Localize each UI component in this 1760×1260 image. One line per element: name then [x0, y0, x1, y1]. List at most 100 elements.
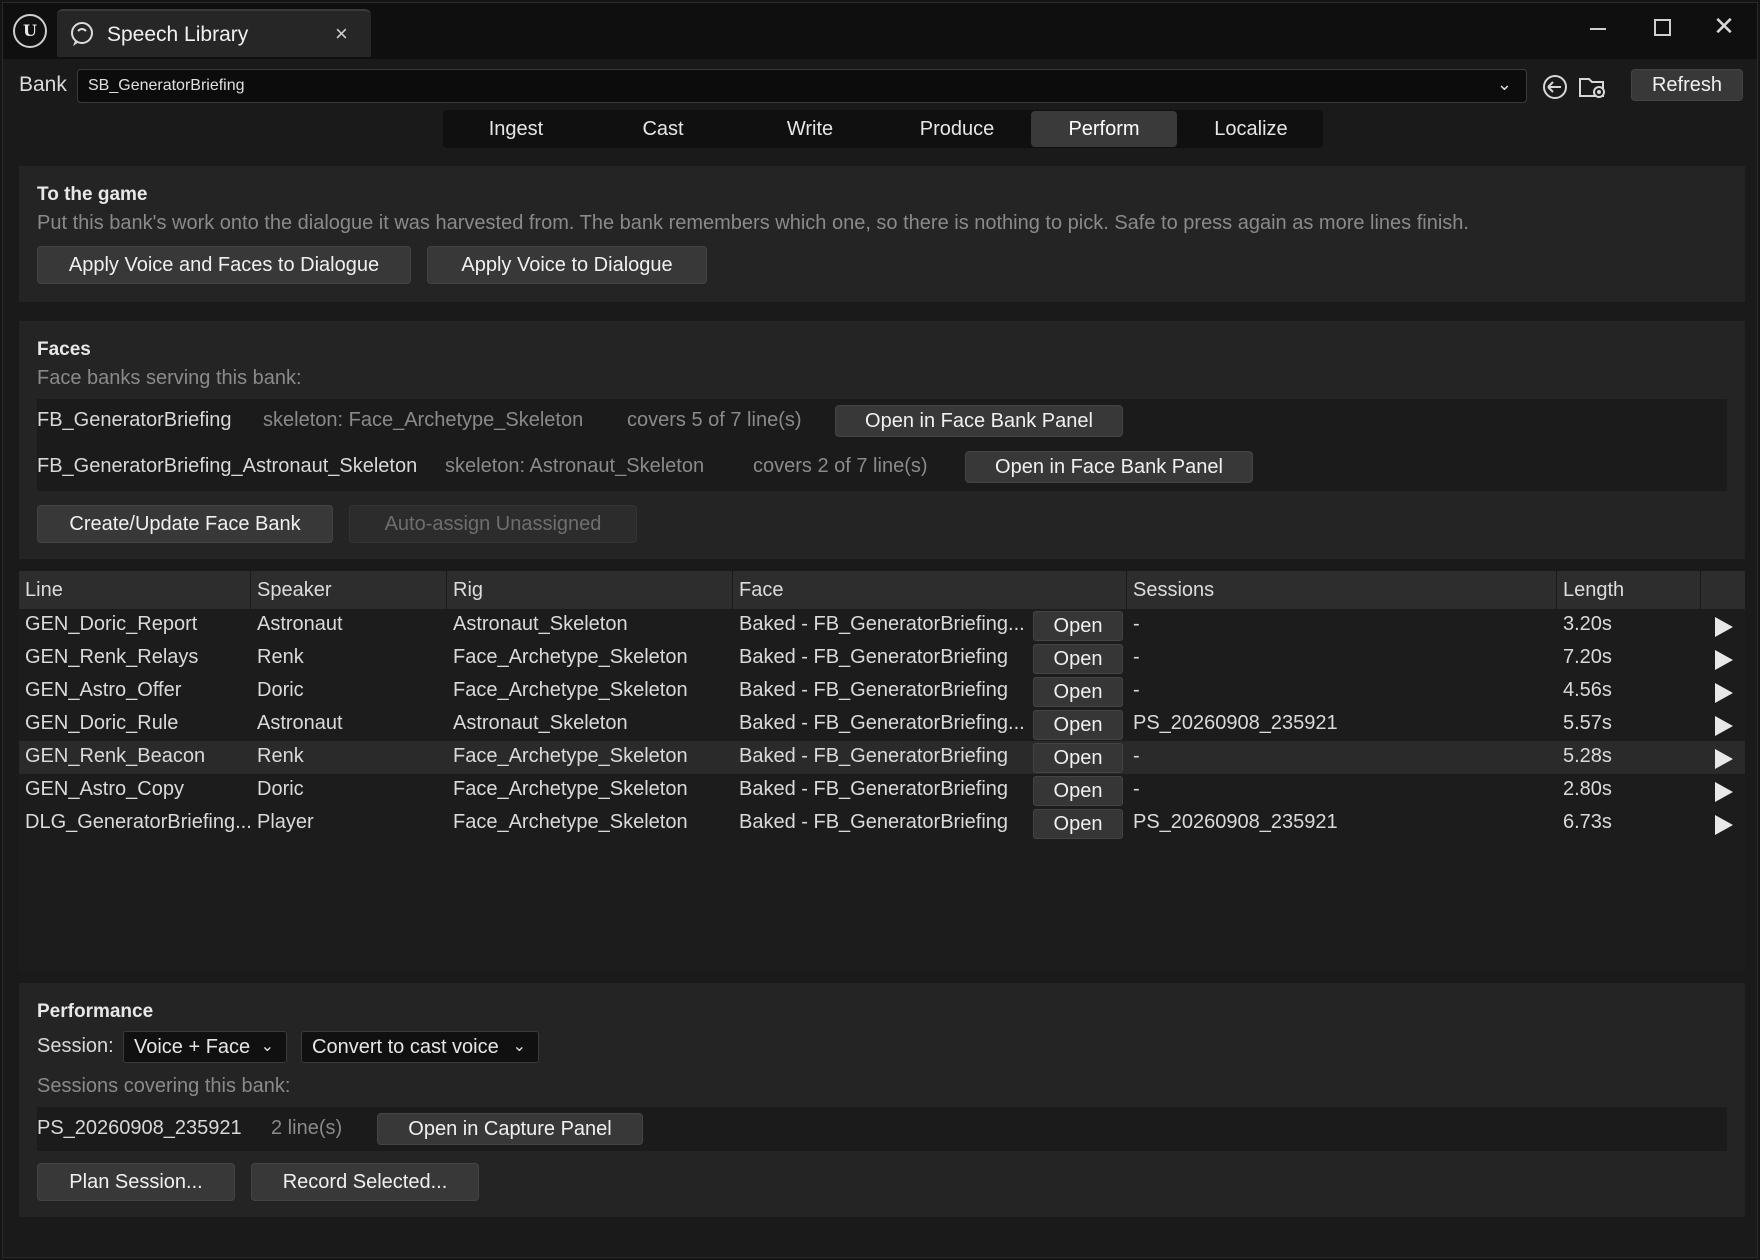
cell-rig: Face_Archetype_Skeleton: [453, 745, 688, 767]
cell-sessions: PS_20260908_235921: [1133, 811, 1338, 833]
cell-rig: Astronaut_Skeleton: [453, 712, 628, 734]
cell-line: GEN_Renk_Relays: [25, 646, 199, 668]
cell-length: 2.80s: [1563, 778, 1612, 800]
column-header-face[interactable]: Face: [733, 571, 1127, 609]
maximize-icon[interactable]: [1640, 11, 1682, 45]
open-in-capture-panel-button[interactable]: Open in Capture Panel: [377, 1113, 643, 1145]
cell-speaker: Doric: [257, 778, 304, 800]
cell-line: DLG_GeneratorBriefing...: [25, 811, 252, 833]
face-bank-name: FB_GeneratorBriefing: [37, 409, 232, 431]
table-header: Line Speaker Rig Face Sessions Length: [19, 571, 1745, 609]
column-header-sessions[interactable]: Sessions: [1127, 571, 1557, 609]
title-bar: U Speech Library × ✕: [3, 3, 1757, 59]
cell-face: Baked - FB_GeneratorBriefing: [739, 778, 1009, 800]
apply-voice-button[interactable]: Apply Voice to Dialogue: [427, 246, 707, 284]
tab-ingest[interactable]: Ingest: [443, 111, 589, 147]
create-update-face-bank-button[interactable]: Create/Update Face Bank: [37, 505, 333, 543]
open-face-button[interactable]: Open: [1033, 644, 1123, 674]
cell-line: GEN_Doric_Report: [25, 613, 198, 635]
open-face-button[interactable]: Open: [1033, 710, 1123, 740]
convert-mode-dropdown[interactable]: Convert to cast voice ⌄: [301, 1031, 539, 1063]
tab-localize[interactable]: Localize: [1178, 111, 1324, 147]
unreal-logo-icon: U: [13, 14, 47, 48]
open-face-button[interactable]: Open: [1033, 809, 1123, 839]
open-face-button[interactable]: Open: [1033, 677, 1123, 707]
cell-line: GEN_Renk_Beacon: [25, 745, 206, 767]
cell-speaker: Astronaut: [257, 613, 343, 635]
face-bank-row: FB_GeneratorBriefing skeleton: Face_Arch…: [37, 399, 1727, 445]
tab-produce[interactable]: Produce: [884, 111, 1030, 147]
lines-table: Line Speaker Rig Face Sessions Length GE…: [19, 571, 1745, 971]
cell-length: 6.73s: [1563, 811, 1612, 833]
cell-length: 4.56s: [1563, 679, 1612, 701]
performance-section: Performance Session: Voice + Face ⌄ Conv…: [19, 983, 1745, 1217]
session-mode-value: Voice + Face: [134, 1036, 251, 1058]
tab-cast[interactable]: Cast: [590, 111, 736, 147]
table-row[interactable]: DLG_GeneratorBriefing... Player Face_Arc…: [19, 807, 1745, 840]
cell-line: GEN_Doric_Rule: [25, 712, 179, 734]
play-icon[interactable]: [1715, 815, 1733, 835]
faces-subtitle: Face banks serving this bank:: [37, 367, 302, 389]
cell-length: 7.20s: [1563, 646, 1612, 668]
record-selected-button[interactable]: Record Selected...: [251, 1163, 479, 1201]
face-bank-skeleton: skeleton: Astronaut_Skeleton: [445, 455, 705, 477]
cell-speaker: Astronaut: [257, 712, 343, 734]
cell-speaker: Renk: [257, 646, 304, 668]
convert-mode-value: Convert to cast voice: [312, 1036, 499, 1058]
column-header-rig[interactable]: Rig: [447, 571, 733, 609]
face-bank-row: FB_GeneratorBriefing_Astronaut_Skeleton …: [37, 445, 1727, 491]
bank-label: Bank: [19, 73, 67, 96]
table-row[interactable]: GEN_Doric_Report Astronaut Astronaut_Ske…: [19, 609, 1745, 642]
cell-sessions: -: [1133, 679, 1140, 701]
tab-speech-library[interactable]: Speech Library ×: [57, 9, 371, 57]
tab-write[interactable]: Write: [737, 111, 883, 147]
cell-rig: Astronaut_Skeleton: [453, 613, 628, 635]
face-bank-coverage: covers 5 of 7 line(s): [627, 409, 802, 431]
cell-face: Baked - FB_GeneratorBriefing: [739, 811, 1009, 833]
table-row[interactable]: GEN_Renk_Relays Renk Face_Archetype_Skel…: [19, 642, 1745, 675]
session-mode-dropdown[interactable]: Voice + Face ⌄: [123, 1031, 287, 1063]
auto-assign-unassigned-button[interactable]: Auto-assign Unassigned: [349, 505, 637, 543]
minimize-icon[interactable]: [1577, 11, 1619, 45]
browse-folder-icon[interactable]: [1577, 71, 1609, 103]
cell-length: 5.57s: [1563, 712, 1612, 734]
face-bank-name: FB_GeneratorBriefing_Astronaut_Skeleton: [37, 455, 418, 477]
open-face-button[interactable]: Open: [1033, 611, 1123, 641]
play-icon[interactable]: [1715, 617, 1733, 637]
open-in-face-bank-panel-button[interactable]: Open in Face Bank Panel: [835, 405, 1123, 437]
cell-rig: Face_Archetype_Skeleton: [453, 679, 688, 701]
play-icon[interactable]: [1715, 749, 1733, 769]
cell-sessions: -: [1133, 613, 1140, 635]
performance-title: Performance: [37, 1001, 154, 1022]
browse-back-icon[interactable]: [1539, 71, 1571, 103]
open-face-button[interactable]: Open: [1033, 776, 1123, 806]
table-row[interactable]: GEN_Doric_Rule Astronaut Astronaut_Skele…: [19, 708, 1745, 741]
bank-selected-value: SB_GeneratorBriefing: [88, 77, 245, 94]
open-face-button[interactable]: Open: [1033, 743, 1123, 773]
cell-sessions: -: [1133, 646, 1140, 668]
play-icon[interactable]: [1715, 782, 1733, 802]
tab-perform[interactable]: Perform: [1031, 111, 1177, 147]
column-header-length[interactable]: Length: [1557, 571, 1701, 609]
cell-speaker: Player: [257, 811, 314, 833]
cell-rig: Face_Archetype_Skeleton: [453, 811, 688, 833]
to-the-game-section: To the game Put this bank's work onto th…: [19, 166, 1745, 302]
table-row[interactable]: GEN_Astro_Copy Doric Face_Archetype_Skel…: [19, 774, 1745, 807]
close-window-icon[interactable]: ✕: [1703, 11, 1745, 45]
column-header-line[interactable]: Line: [19, 571, 251, 609]
tab-close-icon[interactable]: ×: [335, 21, 348, 47]
play-icon[interactable]: [1715, 683, 1733, 703]
open-in-face-bank-panel-button[interactable]: Open in Face Bank Panel: [965, 451, 1253, 483]
column-header-speaker[interactable]: Speaker: [251, 571, 447, 609]
session-label: Session:: [37, 1035, 114, 1057]
apply-voice-and-faces-button[interactable]: Apply Voice and Faces to Dialogue: [37, 246, 411, 284]
play-icon[interactable]: [1715, 716, 1733, 736]
refresh-button[interactable]: Refresh: [1631, 69, 1743, 101]
bank-dropdown[interactable]: SB_GeneratorBriefing ⌄: [77, 69, 1527, 103]
play-icon[interactable]: [1715, 650, 1733, 670]
plan-session-button[interactable]: Plan Session...: [37, 1163, 235, 1201]
table-row[interactable]: GEN_Astro_Offer Doric Face_Archetype_Ske…: [19, 675, 1745, 708]
face-bank-list: FB_GeneratorBriefing skeleton: Face_Arch…: [37, 399, 1727, 491]
table-row[interactable]: GEN_Renk_Beacon Renk Face_Archetype_Skel…: [19, 741, 1745, 774]
cell-line: GEN_Astro_Copy: [25, 778, 184, 800]
